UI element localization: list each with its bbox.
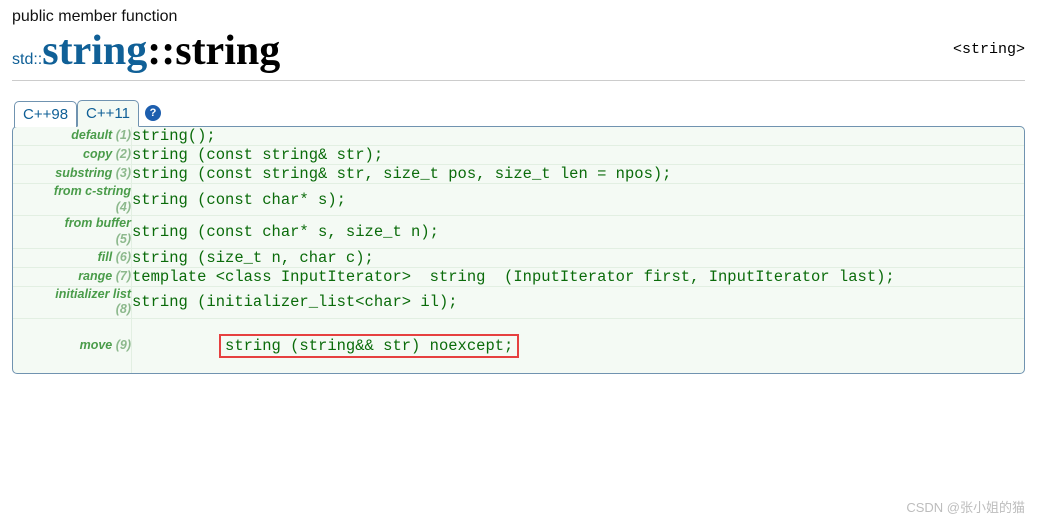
category-label: public member function <box>12 8 1025 26</box>
row-signature: string (const char* s, size_t n); <box>132 216 1025 248</box>
title-prefix: std:: <box>12 52 42 68</box>
row-label: initializer list(8) <box>13 286 132 318</box>
row-label: copy (2) <box>13 146 132 165</box>
row-signature: string (const string& str, size_t pos, s… <box>132 165 1025 184</box>
row-label: fill (6) <box>13 248 132 267</box>
table-row: initializer list(8) string (initializer_… <box>13 286 1024 318</box>
table-row: default (1) string(); <box>13 127 1024 146</box>
row-label: from buffer(5) <box>13 216 132 248</box>
table-row: from buffer(5) string (const char* s, si… <box>13 216 1024 248</box>
row-signature: string (string&& str) noexcept; <box>132 318 1025 373</box>
header-include: <string> <box>953 41 1025 72</box>
header-row: std:: string :: string <string> <box>12 30 1025 81</box>
row-label: from c-string(4) <box>13 184 132 216</box>
title-class: string <box>42 30 147 72</box>
row-signature: string (const char* s); <box>132 184 1025 216</box>
highlighted-signature: string (string&& str) noexcept; <box>219 334 519 358</box>
title-sep: :: <box>147 30 175 72</box>
row-signature: string(); <box>132 127 1025 146</box>
row-signature: string (size_t n, char c); <box>132 248 1025 267</box>
table-row: substring (3) string (const string& str,… <box>13 165 1024 184</box>
table-row: range (7) template <class InputIterator>… <box>13 267 1024 286</box>
tab-cpp98[interactable]: C++98 <box>14 101 77 127</box>
watermark: CSDN @张小姐的猫 <box>906 497 1025 516</box>
page-title: std:: string :: string <box>12 30 280 72</box>
row-signature: string (initializer_list<char> il); <box>132 286 1025 318</box>
table-row: fill (6) string (size_t n, char c); <box>13 248 1024 267</box>
version-tabs: C++98 C++11 ? <box>14 99 1025 126</box>
help-icon[interactable]: ? <box>145 105 161 121</box>
row-signature: template <class InputIterator> string (I… <box>132 267 1025 286</box>
row-label: substring (3) <box>13 165 132 184</box>
row-label: move (9) <box>13 318 132 373</box>
table-row: from c-string(4) string (const char* s); <box>13 184 1024 216</box>
table-row: copy (2) string (const string& str); <box>13 146 1024 165</box>
title-member: string <box>175 30 280 72</box>
signatures-panel: default (1) string(); copy (2) string (c… <box>12 126 1025 374</box>
row-label: default (1) <box>13 127 132 146</box>
table-row: move (9) string (string&& str) noexcept; <box>13 318 1024 373</box>
row-signature: string (const string& str); <box>132 146 1025 165</box>
tab-cpp11[interactable]: C++11 <box>77 100 139 127</box>
row-label: range (7) <box>13 267 132 286</box>
